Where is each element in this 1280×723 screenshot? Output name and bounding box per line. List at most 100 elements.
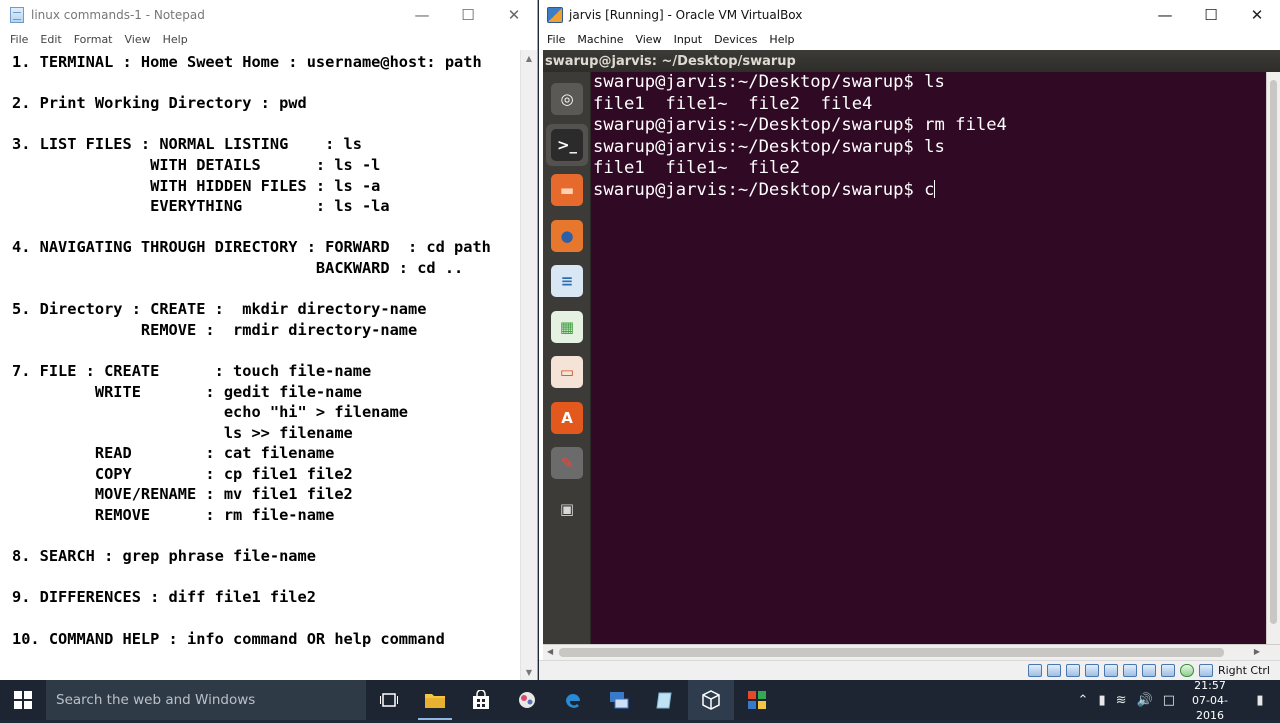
launcher-item[interactable]: ✎ bbox=[546, 442, 588, 484]
audio-icon[interactable] bbox=[1065, 664, 1080, 677]
notepad-icon bbox=[10, 7, 24, 23]
menu-format[interactable]: Format bbox=[68, 33, 119, 46]
video-capture-icon[interactable] bbox=[1160, 664, 1175, 677]
software-center-icon: A bbox=[551, 401, 583, 434]
virtualbox-app-icon bbox=[547, 7, 563, 23]
message-icon[interactable]: □ bbox=[1158, 693, 1180, 708]
chevron-up-icon[interactable]: ⌃ bbox=[1073, 693, 1094, 708]
ubuntu-dash-icon: ◎ bbox=[551, 83, 583, 115]
action-center-button[interactable]: ▮ bbox=[1240, 680, 1280, 720]
notification-icon: ▮ bbox=[1256, 692, 1264, 708]
taskbar-search-box[interactable]: Search the web and Windows bbox=[46, 680, 366, 720]
menu-help[interactable]: Help bbox=[157, 33, 194, 46]
task-view-button[interactable] bbox=[366, 680, 412, 720]
launcher-item[interactable]: A bbox=[546, 397, 588, 439]
taskbar-app-tiles[interactable] bbox=[734, 680, 780, 720]
menu-devices[interactable]: Devices bbox=[708, 33, 763, 46]
terminal-icon: >_ bbox=[551, 128, 583, 161]
shared-folders-icon[interactable] bbox=[1122, 664, 1137, 677]
launcher-item[interactable]: ▣ bbox=[546, 488, 588, 530]
launcher-item[interactable]: ≡ bbox=[546, 260, 588, 302]
close-icon[interactable]: ✕ bbox=[491, 0, 537, 30]
notepad-window: linux commands-1 - Notepad — ☐ ✕ File Ed… bbox=[0, 0, 538, 680]
terminal-output[interactable]: swarup@jarvis:~/Desktop/swarup$ ls file1 … bbox=[593, 72, 1266, 644]
notepad-menubar: File Edit Format View Help bbox=[0, 30, 537, 48]
colorful-tiles-icon bbox=[748, 691, 766, 709]
launcher-item[interactable]: ▦ bbox=[546, 306, 588, 348]
scrollbar-thumb[interactable] bbox=[1270, 80, 1277, 624]
menu-input[interactable]: Input bbox=[668, 33, 708, 46]
maximize-icon[interactable]: ☐ bbox=[445, 0, 491, 30]
close-icon[interactable]: ✕ bbox=[1234, 0, 1280, 30]
menu-edit[interactable]: Edit bbox=[34, 33, 67, 46]
notepad-vertical-scrollbar[interactable]: ▲ ▼ bbox=[520, 50, 537, 680]
windows-logo-icon bbox=[14, 691, 32, 709]
scroll-right-arrow-icon[interactable]: ▶ bbox=[1254, 647, 1260, 656]
scroll-left-arrow-icon[interactable]: ◀ bbox=[547, 647, 553, 656]
taskbar-store[interactable] bbox=[458, 680, 504, 720]
maximize-icon[interactable]: ☐ bbox=[1188, 0, 1234, 30]
minimize-icon[interactable]: — bbox=[399, 0, 445, 30]
start-button[interactable] bbox=[0, 680, 46, 720]
system-tray: ⌃ ▮ ≋ 🔊 □ 21:57 07-04-2016 ▮ bbox=[1073, 678, 1280, 723]
mouse-integration-icon[interactable] bbox=[1198, 664, 1213, 677]
notepad-titlebar[interactable]: linux commands-1 - Notepad — ☐ ✕ bbox=[0, 0, 537, 30]
scroll-up-arrow-icon[interactable]: ▲ bbox=[521, 50, 537, 66]
terminal-line: swarup@jarvis:~/Desktop/swarup$ c bbox=[593, 179, 936, 200]
display-icon[interactable] bbox=[1141, 664, 1156, 677]
menu-view[interactable]: View bbox=[629, 33, 667, 46]
virtualbox-statusbar: Right Ctrl bbox=[539, 660, 1280, 680]
notepad-text-area[interactable]: 1. TERMINAL : Home Sweet Home : username… bbox=[12, 52, 520, 678]
scroll-down-arrow-icon[interactable]: ▼ bbox=[521, 664, 537, 680]
ubuntu-top-panel[interactable]: swarup@jarvis: ~/Desktop/swarup bbox=[543, 50, 1280, 72]
network-icon[interactable] bbox=[1084, 664, 1099, 677]
workspace-switcher-icon: ▣ bbox=[551, 492, 583, 525]
launcher-item[interactable]: ◎ bbox=[546, 78, 588, 120]
menu-file[interactable]: File bbox=[541, 33, 571, 46]
optical-drive-icon[interactable] bbox=[1046, 664, 1061, 677]
windows-taskbar: Search the web and Windows ⌃ ▮ ≋ 🔊 □ 21:… bbox=[0, 678, 1280, 723]
hard-disk-icon[interactable] bbox=[1027, 664, 1042, 677]
clock[interactable]: 21:57 07-04-2016 bbox=[1180, 678, 1240, 723]
taskbar-app-screen[interactable] bbox=[596, 680, 642, 720]
launcher-item[interactable]: ● bbox=[546, 215, 588, 257]
menu-help[interactable]: Help bbox=[763, 33, 800, 46]
terminal-vertical-scrollbar[interactable] bbox=[1266, 72, 1280, 644]
scrollbar-thumb[interactable] bbox=[559, 648, 1224, 657]
taskbar-file-explorer[interactable] bbox=[412, 680, 458, 720]
terminal-line: file1 file1~ file2 bbox=[593, 158, 800, 179]
menu-file[interactable]: File bbox=[4, 33, 34, 46]
virtualbox-titlebar[interactable]: jarvis [Running] - Oracle VM VirtualBox … bbox=[539, 0, 1280, 30]
virtualbox-cube-icon bbox=[702, 690, 720, 710]
taskbar-edge[interactable] bbox=[550, 680, 596, 720]
launcher-item[interactable]: ▬ bbox=[546, 169, 588, 211]
usb-icon[interactable] bbox=[1103, 664, 1118, 677]
terminal-line: swarup@jarvis:~/Desktop/swarup$ rm file4 bbox=[593, 115, 1007, 136]
folder-icon bbox=[425, 694, 445, 708]
notepad-title: linux commands-1 - Notepad bbox=[31, 8, 205, 22]
launcher-item[interactable]: >_ bbox=[546, 123, 588, 166]
menu-view[interactable]: View bbox=[119, 33, 157, 46]
taskbar-virtualbox[interactable] bbox=[688, 680, 734, 720]
wifi-icon[interactable]: ≋ bbox=[1111, 693, 1132, 708]
text-cursor bbox=[934, 179, 936, 198]
search-placeholder: Search the web and Windows bbox=[56, 692, 256, 708]
taskbar-app-ball[interactable] bbox=[504, 680, 550, 720]
battery-icon[interactable]: ▮ bbox=[1093, 693, 1110, 708]
ball-app-icon bbox=[519, 692, 535, 708]
terminal-line: swarup@jarvis:~/Desktop/swarup$ ls bbox=[593, 136, 945, 157]
launcher-item[interactable]: ▭ bbox=[546, 351, 588, 393]
taskbar-notepad[interactable] bbox=[642, 680, 688, 720]
firefox-icon: ● bbox=[551, 219, 583, 252]
menu-machine[interactable]: Machine bbox=[571, 33, 629, 46]
files-folder-icon: ▬ bbox=[551, 174, 583, 206]
volume-icon[interactable]: 🔊 bbox=[1132, 693, 1158, 708]
terminal-horizontal-scrollbar[interactable]: ◀ ▶ bbox=[543, 644, 1280, 660]
minimize-icon[interactable]: — bbox=[1142, 0, 1188, 30]
terminal-line: swarup@jarvis:~/Desktop/swarup$ ls bbox=[593, 72, 945, 92]
store-icon bbox=[473, 690, 489, 709]
virtualization-icon[interactable] bbox=[1179, 664, 1194, 677]
libreoffice-impress-icon: ▭ bbox=[551, 356, 583, 388]
ubuntu-guest-display[interactable]: swarup@jarvis: ~/Desktop/swarup ◎ >_ ▬ ● ≡ ▦ ▭… bbox=[543, 50, 1280, 660]
libreoffice-writer-icon: ≡ bbox=[551, 265, 583, 297]
